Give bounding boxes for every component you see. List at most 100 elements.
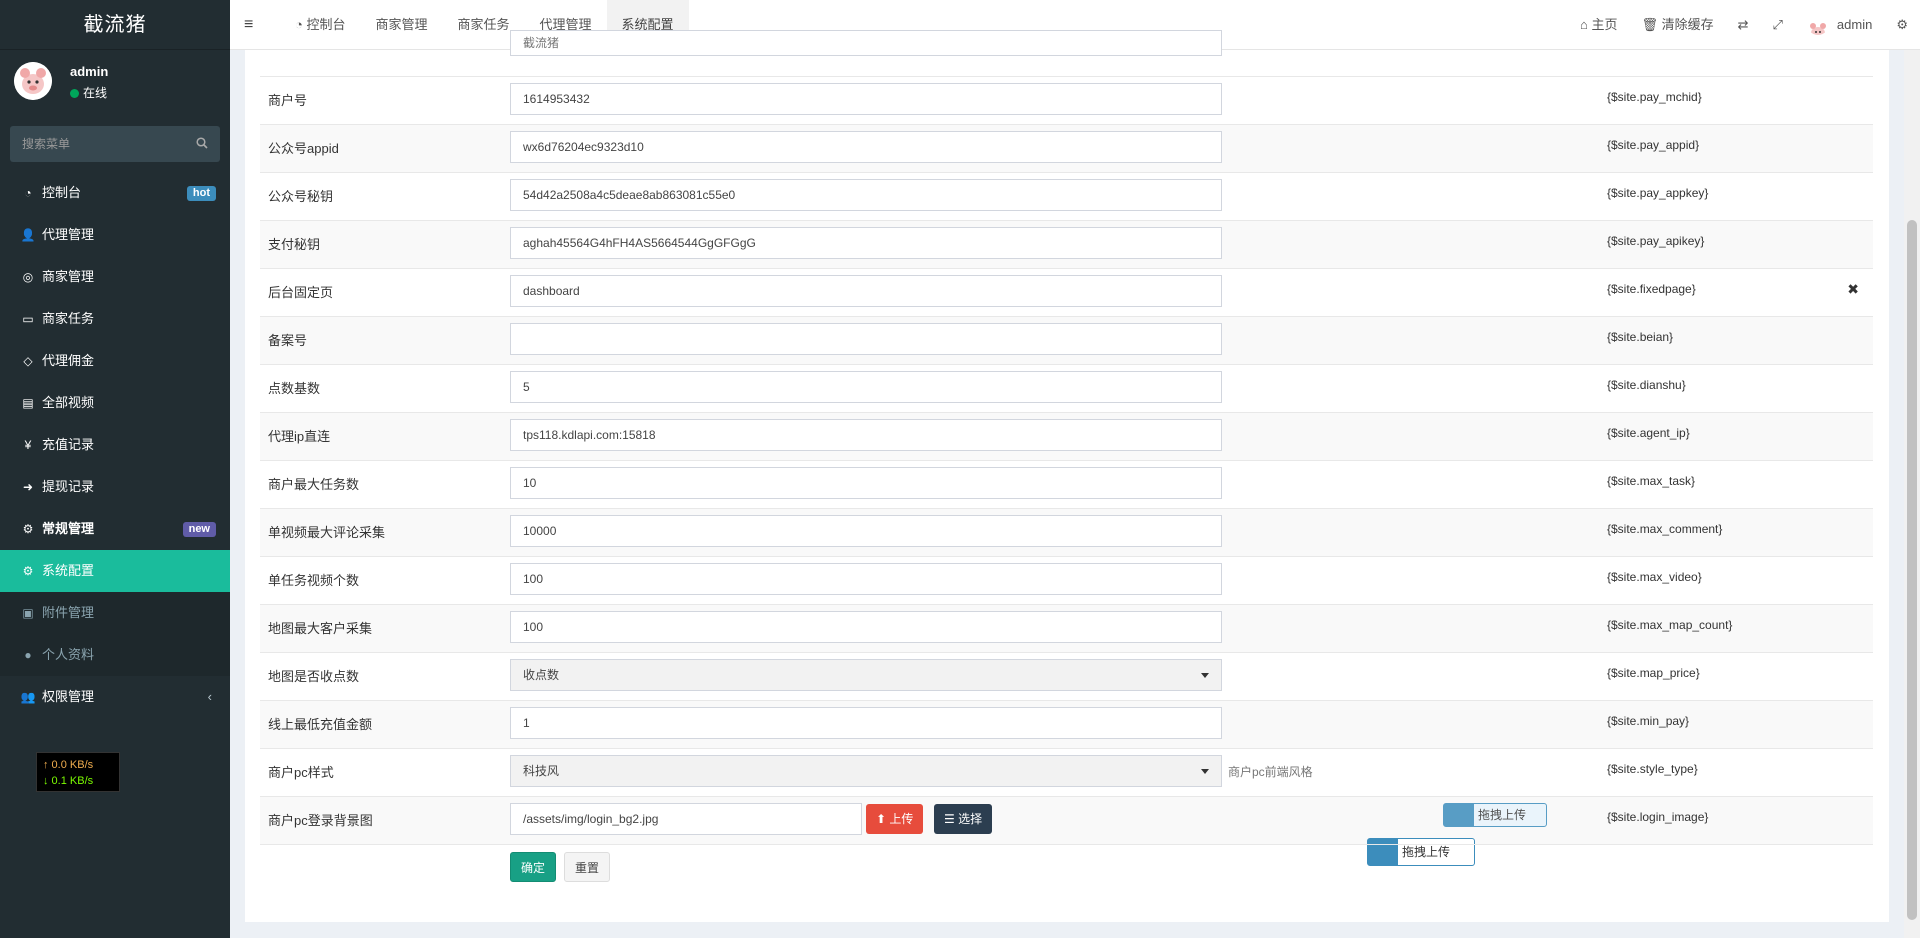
sidebar: 截流猪 admin 在线 ◔ 控制台 hot 👤 代理管理 ◎ 商家管理 ▭ 商家任务 ◇… <box>0 0 230 938</box>
map-price-select[interactable]: 收点数 <box>510 659 1222 691</box>
sidebar-item-label: 控制台 <box>42 185 82 200</box>
reset-button[interactable]: 重置 <box>564 852 611 882</box>
file-video-icon: ▤ <box>22 396 34 410</box>
sidebar-item-agent[interactable]: 👤 代理管理 <box>0 214 230 256</box>
online-dot-icon <box>70 89 79 98</box>
yen-icon: ¥ <box>24 438 32 452</box>
sidebar-item-attachments[interactable]: ▣ 附件管理 <box>0 592 230 634</box>
tab-label: 控制台 <box>306 17 346 32</box>
sidebar-item-merchant[interactable]: ◎ 商家管理 <box>0 256 230 298</box>
pay-mchid-input[interactable]: 1614953432 <box>510 83 1222 115</box>
sidebar-item-recharge[interactable]: ¥ 充值记录 <box>0 424 230 466</box>
field-label: 支付秘钥 <box>268 237 321 252</box>
form-actions-row <box>260 844 1873 894</box>
sidebar-item-general[interactable]: ⚙ 常规管理 new <box>0 508 230 550</box>
user-status: 在线 <box>70 84 107 101</box>
menu-toggle-icon[interactable]: ≡ <box>244 16 253 34</box>
max-task-input[interactable]: 10 <box>510 467 1222 499</box>
template-variable: {$site.pay_appkey} <box>1607 186 1709 200</box>
sidebar-item-videos[interactable]: ▤ 全部视频 <box>0 382 230 424</box>
user-plus-icon: 👤 <box>20 228 36 242</box>
chevron-left-icon: ‹ <box>207 689 212 704</box>
template-variable: {$site.dianshu} <box>1607 378 1686 392</box>
user-icon: ● <box>24 648 32 662</box>
confirm-button[interactable]: 确定 <box>510 852 557 882</box>
max-comment-input[interactable]: 10000 <box>510 515 1222 547</box>
max-map-count-input[interactable]: 100 <box>510 611 1222 643</box>
form-row: 单任务视频个数 100 {$site.max_video} <box>260 556 1873 604</box>
template-variable: {$site.max_video} <box>1607 570 1702 584</box>
max-video-input[interactable]: 100 <box>510 563 1222 595</box>
form-row: 备案号 {$site.beian} <box>260 316 1873 364</box>
file-image-icon: ▣ <box>22 606 34 620</box>
upload-icon: ⬆ <box>876 812 890 826</box>
new-badge: new <box>182 522 216 537</box>
style-type-select[interactable]: 科技风 <box>510 755 1222 787</box>
site-name-input[interactable]: 截流猪 <box>510 30 1222 56</box>
form-row: 线上最低充值金额 1 {$site.min_pay} <box>260 700 1873 748</box>
search-icon[interactable] <box>196 137 208 152</box>
pay-apikey-input[interactable]: aghah45564G4hFH4AS5664544GgGFGgG <box>510 227 1222 259</box>
field-label: 线上最低充值金额 <box>268 717 373 732</box>
net-speed-widget: ↑ 0.0 KB/s ↓ 0.1 KB/s <box>36 752 120 792</box>
form-row: 单视频最大评论采集 10000 {$site.max_comment} <box>260 508 1873 556</box>
menu-search-input[interactable] <box>10 126 220 162</box>
form-row: 商户pc登录背景图/assets/img/login_bg2.jpg {$site… <box>260 796 1873 844</box>
beian-input[interactable] <box>510 323 1222 355</box>
sidebar-item-system-config[interactable]: ⚙ 系统配置 <box>0 550 230 592</box>
home-icon: ⌂ <box>1579 17 1592 32</box>
sidebar-item-dashboard[interactable]: ◔ 控制台 hot <box>0 172 230 214</box>
fixedpage-input[interactable]: dashboard <box>510 275 1222 307</box>
app-logo[interactable]: 截流猪 <box>0 0 230 50</box>
dashboard-icon: ◔ <box>24 186 32 200</box>
field-hint: 商户pc前端风格 <box>1228 765 1313 779</box>
delete-icon[interactable]: ✖ <box>1847 281 1859 298</box>
clear-cache-label: 清除缓存 <box>1661 17 1714 32</box>
field-label: 备案号 <box>268 333 308 348</box>
select-value: 收点数 <box>523 668 560 682</box>
field-label: 商户pc登录背景图 <box>268 813 373 828</box>
dashboard-icon: ◔ <box>295 17 307 32</box>
sidebar-item-label: 系统配置 <box>42 563 95 578</box>
field-label: 后台固定页 <box>268 285 334 300</box>
sidebar-item-label: 提现记录 <box>42 479 95 494</box>
cloud-upload-icon <box>1444 804 1474 826</box>
agent-ip-input[interactable]: tps118.kdlapi.com:15818 <box>510 419 1222 451</box>
upload-button[interactable]: ⬆ 上传 <box>866 804 924 834</box>
user-avatar <box>14 62 52 100</box>
sidebar-item-withdraw[interactable]: ➜ 提现记录 <box>0 466 230 508</box>
field-label: 地图是否收点数 <box>268 669 360 684</box>
sidebar-item-label: 个人资料 <box>42 647 95 662</box>
sidebar-item-merchant-task[interactable]: ▭ 商家任务 <box>0 298 230 340</box>
choose-button[interactable]: ☰ 选择 <box>934 804 993 834</box>
login-image-input[interactable]: /assets/img/login_bg2.jpg <box>510 803 862 835</box>
pay-appkey-input[interactable]: 54d42a2508a4c5deae8ab863081c55e0 <box>510 179 1222 211</box>
template-variable: {$site.agent_ip} <box>1607 426 1690 440</box>
sidebar-item-profile[interactable]: ● 个人资料 <box>0 634 230 676</box>
top-username: admin <box>1836 17 1873 32</box>
template-variable: {$site.fixedpage} <box>1607 282 1696 296</box>
form-row: 公众号秘钥 54d42a2508a4c5deae8ab863081c55e0 {$s… <box>260 172 1873 220</box>
sidebar-item-label: 充值记录 <box>42 437 95 452</box>
user-panel: admin 在线 <box>0 50 230 126</box>
page-scrollbar[interactable] <box>1904 50 1920 938</box>
form-row: 地图是否收点数 收点数 {$site.map_price} <box>260 652 1873 700</box>
min-pay-input[interactable]: 1 <box>510 707 1222 739</box>
form-row: 商户pc样式 科技风 商户pc前端风格 {$site.style_type} <box>260 748 1873 796</box>
drag-upload-button-ghost[interactable]: 拖拽上传 <box>1443 803 1547 827</box>
choose-label: 选择 <box>958 812 983 826</box>
form-row: 商户号 1614953432 {$site.pay_mchid} <box>260 76 1873 124</box>
home-label: 主页 <box>1591 17 1618 32</box>
cogs-icon: ⚙ <box>22 522 34 536</box>
sidebar-item-permissions[interactable]: 👥 权限管理 ‹ <box>0 676 230 718</box>
sign-in-icon: ➜ <box>22 480 34 494</box>
settings-gear-icon[interactable]: ⚙ <box>1884 0 1920 50</box>
sidebar-item-commission[interactable]: ◇ 代理佣金 <box>0 340 230 382</box>
field-label: 商户最大任务数 <box>268 477 360 492</box>
form-row: 公众号appid wx6d76204ec9323d10 {$site.pay_app… <box>260 124 1873 172</box>
pay-appid-input[interactable]: wx6d76204ec9323d10 <box>510 131 1222 163</box>
hot-badge: hot <box>186 186 216 201</box>
scrollbar-thumb[interactable] <box>1907 220 1917 920</box>
form-row: 点数基数 5 {$site.dianshu} <box>260 364 1873 412</box>
dianshu-input[interactable]: 5 <box>510 371 1222 403</box>
